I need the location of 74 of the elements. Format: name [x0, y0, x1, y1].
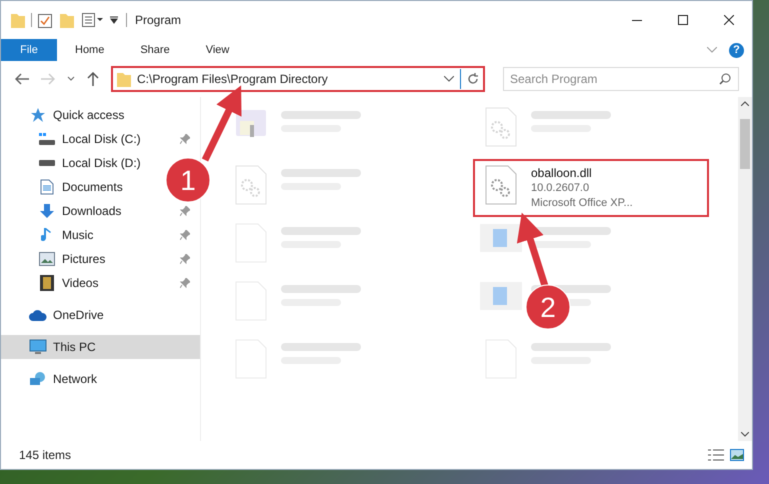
- new-folder-icon: [60, 12, 74, 28]
- film-icon: [40, 275, 54, 291]
- drive-icon: [39, 133, 55, 145]
- dropdown-caret-icon[interactable]: [444, 76, 454, 82]
- network-icon: [29, 371, 47, 387]
- nav-label: Music: [62, 227, 94, 244]
- nav-label: This PC: [53, 339, 97, 356]
- folder-icon: [11, 12, 25, 28]
- ribbon-tab[interactable]: File: [1, 39, 57, 61]
- view-menu-icon[interactable]: [82, 13, 104, 27]
- file-item[interactable]: oballoon.dll 10.0.2607.0 Microsoft Office XP...: [473, 159, 709, 217]
- scroll-down-icon[interactable]: [741, 432, 749, 437]
- gear-file-icon: [234, 165, 268, 205]
- item-count: 145 items: [19, 447, 72, 464]
- properties-icon: [38, 12, 52, 28]
- address-bar[interactable]: C:\Program Files\Program Directory: [111, 66, 485, 92]
- up-arrow-icon[interactable]: [87, 72, 99, 86]
- nav-item[interactable]: Music: [1, 223, 200, 247]
- nav-label: Local Disk (C:): [62, 131, 142, 148]
- help-button[interactable]: ?: [729, 42, 744, 58]
- app-window-icon: [479, 281, 523, 311]
- nav-label: Quick access: [53, 107, 124, 124]
- nav-label: Pictures: [62, 251, 106, 268]
- picture-icon: [39, 252, 55, 266]
- scroll-up-icon[interactable]: [741, 101, 749, 106]
- ribbon-tab[interactable]: Home: [57, 39, 122, 61]
- dropdown-caret-icon[interactable]: [110, 16, 118, 24]
- search-field[interactable]: Search Program: [503, 67, 739, 91]
- gear-file-icon: [484, 165, 518, 205]
- nav-label: Local Disk (D:): [62, 155, 141, 172]
- scrollbar-thumb[interactable]: [740, 119, 750, 169]
- ribbon-tab[interactable]: View: [188, 39, 248, 61]
- file-name: oballoon.dll: [531, 165, 593, 181]
- gear-file-icon: [484, 107, 518, 147]
- nav-item[interactable]: This PC: [1, 335, 200, 359]
- callout-badge: 2: [526, 284, 570, 330]
- nav-item[interactable]: Quick access: [1, 103, 134, 127]
- nav-item[interactable]: Documents: [1, 175, 149, 199]
- nav-item[interactable]: Local Disk (C:): [1, 127, 200, 151]
- thumbnail-view-icon[interactable]: [730, 449, 744, 461]
- nav-label: Videos: [62, 275, 100, 292]
- nav-label: OneDrive: [53, 307, 104, 324]
- window-title: Program: [135, 12, 182, 29]
- download-arrow-icon: [39, 203, 55, 219]
- recent-caret-icon[interactable]: [67, 76, 75, 82]
- nav-item[interactable]: OneDrive: [1, 303, 114, 327]
- address-path: C:\Program Files\Program Directory: [137, 71, 329, 88]
- close-icon: [724, 15, 734, 25]
- nav-item[interactable]: Local Disk (D:): [1, 151, 167, 175]
- nav-label: Downloads: [62, 203, 122, 220]
- music-note-icon: [41, 227, 53, 243]
- nav-label: Network: [53, 371, 98, 388]
- monitor-icon: [29, 339, 47, 355]
- back-arrow-icon[interactable]: [15, 73, 29, 85]
- star-icon: [30, 107, 46, 123]
- file-detail: 10.0.2607.0: [531, 181, 590, 196]
- nav-item[interactable]: Network: [1, 367, 108, 391]
- file-detail: Microsoft Office XP...: [531, 196, 633, 211]
- details-view-icon[interactable]: [708, 449, 724, 461]
- search-icon: [719, 73, 731, 85]
- maximize-icon: [678, 15, 688, 25]
- scrollbar[interactable]: [738, 97, 752, 441]
- cloud-icon: [29, 309, 47, 321]
- app-window-icon: [479, 223, 523, 253]
- folder-icon: [117, 71, 131, 87]
- refresh-icon[interactable]: [467, 73, 479, 85]
- nav-label: Documents: [62, 179, 123, 196]
- ribbon-tab[interactable]: Share: [122, 39, 188, 61]
- nav-item[interactable]: Videos: [1, 271, 200, 295]
- chevron-down-icon[interactable]: [707, 47, 717, 53]
- document-icon: [40, 179, 54, 195]
- callout-badge: 1: [166, 158, 210, 202]
- nav-item[interactable]: Pictures: [1, 247, 200, 271]
- drive-icon: [39, 160, 55, 166]
